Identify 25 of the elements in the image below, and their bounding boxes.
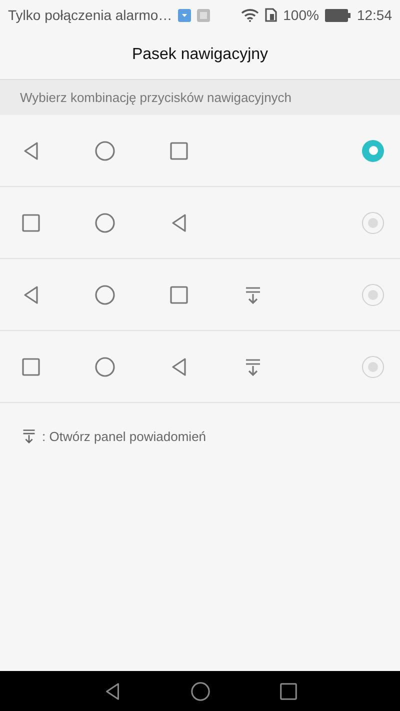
home-icon <box>94 212 116 234</box>
screen-title: Pasek nawigacyjny <box>132 46 268 64</box>
home-icon <box>94 140 116 162</box>
legend-text: : Otwórz panel powiadomień <box>42 428 206 444</box>
app-notification-icon <box>178 8 192 22</box>
home-icon <box>94 284 116 306</box>
recent-apps-icon <box>20 212 42 234</box>
recent-apps-icon <box>168 284 190 306</box>
image-notification-icon <box>197 8 210 22</box>
radio-button[interactable] <box>362 284 384 306</box>
radio-button[interactable] <box>362 212 384 234</box>
home-icon <box>94 356 116 378</box>
section-header-text: Wybierz kombinację przycisków nawigacyjnych <box>20 90 292 105</box>
recent-apps-icon[interactable] <box>278 680 298 702</box>
radio-button[interactable] <box>362 356 384 378</box>
radio-button[interactable] <box>362 140 384 162</box>
recent-apps-icon <box>168 140 190 162</box>
status-notice: Tylko połączenia alarmo… <box>8 7 172 23</box>
home-icon[interactable] <box>190 680 210 702</box>
sim-icon <box>265 8 278 22</box>
battery-percent: 100% <box>283 7 319 23</box>
wifi-icon <box>241 8 260 22</box>
recent-apps-icon <box>20 356 42 378</box>
clock: 12:54 <box>356 7 392 23</box>
battery-icon <box>324 8 351 22</box>
